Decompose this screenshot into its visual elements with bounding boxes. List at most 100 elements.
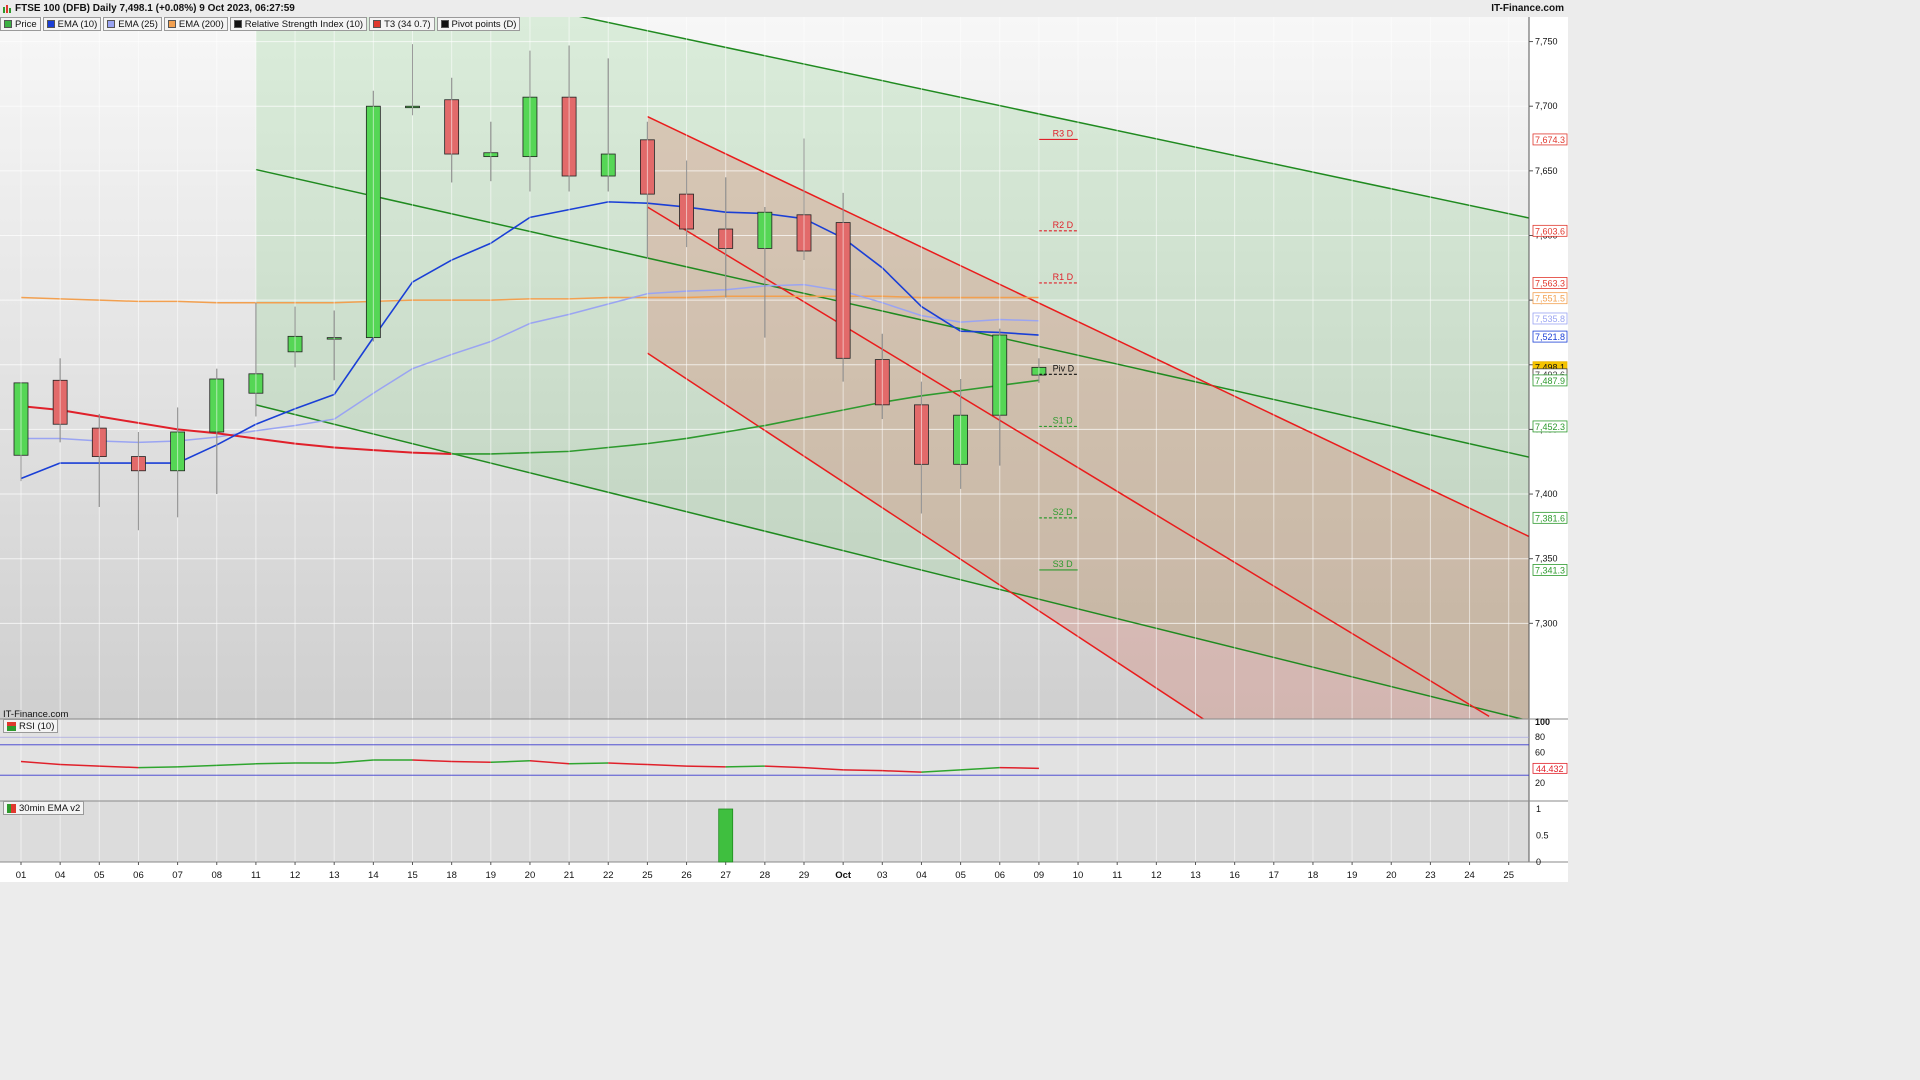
- price-tag: 7,563.3: [1535, 278, 1565, 288]
- rsi-value-tag: 44.432: [1536, 764, 1564, 774]
- time-axis-label: 29: [799, 870, 810, 881]
- rsi-line-segment: [569, 762, 609, 765]
- pivot-label: R3 D: [1053, 128, 1074, 138]
- time-axis-label: 03: [877, 870, 888, 881]
- ema30-pane-tag[interactable]: 30min EMA v2: [3, 801, 85, 815]
- ema30-bar: [718, 808, 734, 863]
- time-axis-label: 19: [1347, 870, 1358, 881]
- rsi-axis-label: 100: [1535, 717, 1550, 727]
- time-axis-label: 06: [994, 870, 1005, 881]
- legend-swatch-icon: [4, 20, 12, 28]
- time-axis-label: 08: [211, 870, 222, 881]
- rsi-line-segment: [451, 760, 491, 764]
- rsi-line-segment: [843, 769, 883, 772]
- price-axis-label: 7,700: [1535, 101, 1558, 111]
- time-axis-label: 17: [1269, 870, 1280, 881]
- pivot-label: S3 D: [1053, 559, 1074, 569]
- rsi-line-segment: [725, 765, 765, 768]
- rsi-pane-title: RSI (10): [19, 720, 55, 732]
- legend-item-5[interactable]: T3 (34 0.7): [369, 17, 435, 31]
- chart-canvas[interactable]: R3 DR2 DR1 DPiv DS1 DS2 DS3 D7,3007,3507…: [0, 0, 1568, 882]
- legend-item-0[interactable]: Price: [0, 17, 41, 31]
- legend-label: Relative Strength Index (10): [244, 18, 364, 30]
- time-axis-label: 16: [1229, 870, 1240, 881]
- pivot-label: Piv D: [1053, 363, 1075, 373]
- legend-item-4[interactable]: Relative Strength Index (10): [229, 17, 368, 31]
- time-axis-label: 12: [1151, 870, 1162, 881]
- ema30-axis-label: 1: [1536, 804, 1541, 814]
- legend-item-1[interactable]: EMA (10): [42, 17, 102, 31]
- legend-label: T3 (34 0.7): [384, 18, 431, 30]
- time-axis-label: 06: [133, 870, 144, 881]
- time-axis-label: 14: [368, 870, 379, 881]
- legend-item-2[interactable]: EMA (25): [103, 17, 162, 31]
- time-axis-label: 13: [1190, 870, 1201, 881]
- rsi-axis-label: 20: [1535, 778, 1545, 788]
- rsi-line-segment: [138, 766, 178, 769]
- time-axis-label: 19: [486, 870, 497, 881]
- price-axis-label: 7,400: [1535, 489, 1558, 499]
- time-axis-bg: [0, 862, 1568, 882]
- rsi-line-segment: [686, 765, 726, 768]
- time-axis-label: 27: [720, 870, 731, 881]
- pivot-label: S2 D: [1053, 507, 1074, 517]
- legend-swatch-icon: [46, 20, 55, 28]
- time-axis-label: 28: [760, 870, 771, 881]
- time-axis-label: 18: [446, 870, 457, 881]
- price-axis-label: 7,650: [1535, 166, 1558, 176]
- ema30-indicator-icon: [7, 803, 16, 813]
- time-axis-label: 26: [681, 870, 692, 881]
- pivot-label: S1 D: [1053, 415, 1074, 425]
- legend-swatch-icon: [373, 20, 382, 28]
- ema30-pane-title: 30min EMA v2: [19, 802, 81, 814]
- time-axis-label: 07: [172, 870, 183, 881]
- time-axis-label: 25: [642, 870, 653, 881]
- rsi-line-segment: [255, 762, 296, 765]
- price-tag: 7,535.8: [1535, 314, 1565, 324]
- ema30-axis-label: 0: [1536, 857, 1541, 867]
- price-tag: 7,521.8: [1535, 332, 1565, 342]
- time-axis-label: 01: [16, 870, 27, 881]
- price-tag: 7,452.3: [1535, 422, 1565, 432]
- rsi-line-segment: [999, 766, 1039, 770]
- legend-swatch-icon: [233, 20, 242, 28]
- ema30-axis-label: 0.5: [1536, 831, 1549, 841]
- time-axis-label: 10: [1073, 870, 1084, 881]
- time-axis-label: 05: [94, 870, 105, 881]
- time-axis-label: 20: [1386, 870, 1397, 881]
- price-tag: 7,603.6: [1535, 226, 1565, 236]
- time-axis-label: 13: [329, 870, 340, 881]
- time-axis-label: 09: [1034, 870, 1045, 881]
- rsi-axis-label: 60: [1535, 747, 1545, 757]
- legend-swatch-icon: [167, 20, 176, 28]
- time-axis-label: 05: [955, 870, 966, 881]
- legend-label: Price: [15, 18, 37, 30]
- legend-item-6[interactable]: Pivot points (D): [436, 17, 521, 31]
- time-axis-label: 24: [1464, 870, 1475, 881]
- legend-item-3[interactable]: EMA (200): [163, 17, 228, 31]
- time-axis-label: 21: [564, 870, 575, 881]
- price-axis-label: 7,350: [1535, 554, 1558, 564]
- indicator-legend: Price EMA (10) EMA (25) EMA (200) Relative S…: [0, 17, 521, 31]
- legend-swatch-icon: [440, 20, 449, 28]
- trading-chart-window: R3 D R2 D R1 D Piv D S1 D S2 D S3 D 7,300 7,350 7…: [0, 0, 1568, 882]
- price-tag: 7,341.3: [1535, 565, 1565, 575]
- time-axis-label: Oct: [835, 870, 852, 881]
- time-axis-label: 15: [407, 870, 418, 881]
- rsi-indicator-icon: [7, 721, 16, 731]
- legend-label: EMA (25): [118, 18, 158, 30]
- time-axis-label: 12: [290, 870, 301, 881]
- time-axis-label: 11: [1112, 870, 1122, 881]
- rsi-axis-label: 80: [1535, 732, 1545, 742]
- price-tag: 7,551.5: [1535, 294, 1565, 304]
- price-tag: 7,487.9: [1535, 376, 1565, 386]
- legend-label: EMA (10): [57, 18, 98, 30]
- time-axis-label: 20: [525, 870, 536, 881]
- time-axis-label: 04: [55, 870, 66, 881]
- time-axis-label: 04: [916, 870, 927, 881]
- rsi-pane-tag[interactable]: RSI (10): [3, 719, 59, 733]
- time-axis-label: 11: [251, 870, 261, 881]
- price-tag: 7,674.3: [1535, 135, 1565, 145]
- time-axis-label: 25: [1503, 870, 1514, 881]
- pivot-label: R2 D: [1053, 220, 1074, 230]
